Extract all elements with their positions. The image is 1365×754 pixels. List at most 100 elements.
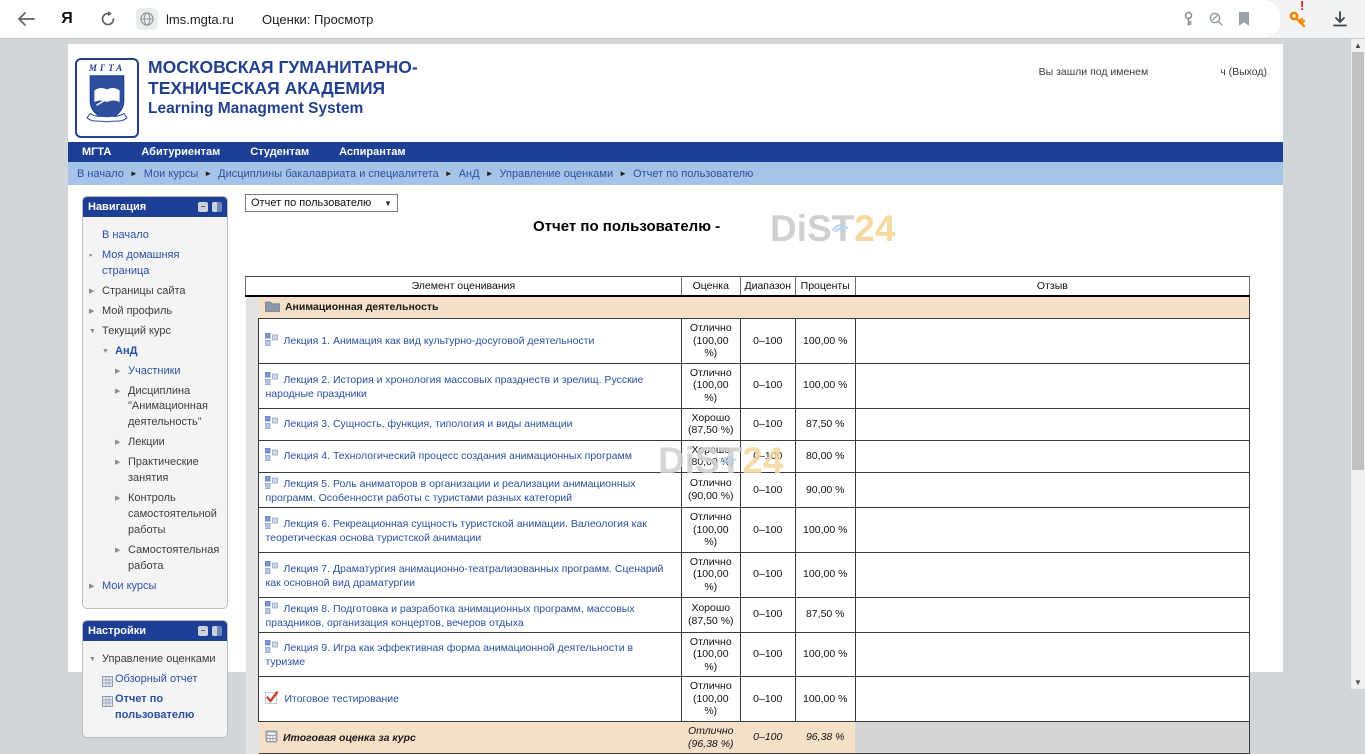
grade-item-cell: Лекция 6. Рекреационная сущность туристс… <box>259 507 681 552</box>
grade-item-link[interactable]: Лекция 4. Технологический процесс создан… <box>283 450 631 462</box>
feedback-cell <box>855 552 1249 597</box>
breadcrumb-separator-icon: ► <box>445 169 453 178</box>
sidebar-item[interactable]: ▪Моя домашняя страница <box>87 248 224 280</box>
sidebar-item[interactable]: ▶Самостоятельная работа <box>87 543 224 575</box>
mgta-crest-icon <box>86 73 128 129</box>
range-cell: 0–100 <box>740 319 795 364</box>
feedback-cell <box>855 677 1249 722</box>
indent-cell <box>246 677 259 722</box>
breadcrumb-link[interactable]: В начало <box>77 168 124 180</box>
indent-cell <box>246 472 259 507</box>
grade-item-link[interactable]: Лекция 5. Роль аниматоров в организации … <box>265 478 635 504</box>
collapse-block-icon[interactable]: − <box>198 626 208 636</box>
column-header: Диапазон <box>740 277 795 297</box>
grade-percent: (100,00 %) <box>688 648 734 673</box>
breadcrumb-link[interactable]: Управление оценками <box>500 168 614 180</box>
sidebar-item[interactable]: ▶Мой профиль <box>87 304 224 320</box>
collapsed-arrow-icon: ▶ <box>115 435 128 451</box>
yandex-button[interactable]: Я <box>54 0 80 38</box>
sidebar-item-label: Участники <box>128 364 224 380</box>
sidebar-item[interactable]: ▼Текущий курс <box>87 324 224 340</box>
range-cell: 0–100 <box>740 722 795 754</box>
scroll-down-icon[interactable]: ▼ <box>1351 676 1365 689</box>
grade-item-link[interactable]: Лекция 6. Рекреационная сущность туристс… <box>265 518 646 544</box>
grade-item-link[interactable]: Лекция 8. Подготовка и разработка анимац… <box>265 603 634 629</box>
grade-item-link[interactable]: Лекция 3. Сущность, функция, типология и… <box>283 418 572 430</box>
dock-block-icon[interactable] <box>212 202 222 212</box>
logout-link[interactable]: ч (Выход) <box>1220 66 1267 78</box>
percent-cell: 100,00 % <box>795 363 855 408</box>
navbar-item[interactable]: Абитуриентам <box>141 146 220 158</box>
sidebar-item[interactable]: ▶Страницы сайта <box>87 284 224 300</box>
column-header: Отзыв <box>855 277 1249 297</box>
lesson-icon <box>265 640 278 656</box>
sidebar-item[interactable]: Отчет по пользователю <box>87 692 224 724</box>
expanded-arrow-icon: ▼ <box>89 324 102 340</box>
grade-cell: Отлично(100,00 %) <box>681 507 740 552</box>
lesson-icon <box>265 333 278 349</box>
refresh-button[interactable] <box>94 0 122 38</box>
org-line2: ТЕХНИЧЕСКАЯ АКАДЕМИЯ <box>148 78 418 99</box>
lesson-icon <box>265 448 278 464</box>
navbar-item[interactable]: Аспирантам <box>339 146 405 158</box>
report-grid-icon <box>102 672 115 688</box>
navbar-item[interactable]: Студентам <box>250 146 309 158</box>
indent-cell <box>246 597 259 632</box>
sidebar-item[interactable]: ▶Контроль самостоятельной работы <box>87 491 224 539</box>
collapse-block-icon[interactable]: − <box>198 202 208 212</box>
sidebar-item[interactable]: ▶Лекции <box>87 435 224 451</box>
back-button[interactable] <box>12 0 40 38</box>
scrollbar-thumb[interactable] <box>1352 52 1364 470</box>
navbar-item[interactable]: МГТА <box>82 146 111 158</box>
address-url[interactable]: lms.mgta.ru <box>166 0 234 38</box>
grade-item-link[interactable]: Лекция 2. История и хронология массовых … <box>265 374 643 400</box>
bookmark-icon[interactable] <box>1232 0 1256 38</box>
sidebar-item[interactable]: В начало <box>87 228 224 244</box>
sidebar-item[interactable]: ▶Участники <box>87 364 224 380</box>
sidebar-item-label: Мой профиль <box>102 304 224 320</box>
grade-item-link[interactable]: Итоговое тестирование <box>284 693 399 705</box>
grade-percent: (100,00 %) <box>688 524 734 549</box>
grade-item-link[interactable]: Лекция 7. Драматургия анимационно-театра… <box>265 563 663 589</box>
indent-cell <box>246 632 259 677</box>
report-type-select[interactable]: Отчет по пользователю ▼ <box>245 194 398 212</box>
indent-cell <box>246 363 259 408</box>
sidebar-item[interactable]: ▼АнД <box>87 344 224 360</box>
indent-cell <box>246 296 259 319</box>
column-header: Оценка <box>681 277 740 297</box>
main-navbar: МГТА Абитуриентам Студентам Аспирантам <box>68 142 1283 162</box>
sidebar-item[interactable]: Обзорный отчет <box>87 672 224 688</box>
percent-cell: 100,00 % <box>795 677 855 722</box>
breadcrumb-link[interactable]: Отчет по пользователю <box>633 168 753 180</box>
protect-key-icon[interactable] <box>1176 0 1200 38</box>
range-cell: 0–100 <box>740 507 795 552</box>
login-prefix: Вы зашли под именем <box>1039 66 1149 78</box>
breadcrumb-link[interactable]: АнД <box>459 168 480 180</box>
total-item-name: Итоговая оценка за курс <box>283 732 416 744</box>
indent-cell <box>246 440 259 472</box>
breadcrumb-separator-icon: ► <box>486 169 494 178</box>
grade-row: Лекция 1. Анимация как вид культурно-дос… <box>246 319 1250 364</box>
sidebar-item-label: Практические занятия <box>128 455 224 487</box>
grade-item-cell: Итоговое тестирование <box>259 677 681 722</box>
breadcrumb-link[interactable]: Мои курсы <box>144 168 198 180</box>
breadcrumb-separator-icon: ► <box>619 169 627 178</box>
collapsed-arrow-icon: ▶ <box>115 491 128 539</box>
navigation-block-header: Навигация − <box>83 197 227 217</box>
sidebar-item[interactable]: ▶Дисциплина "Анимационная деятельность" <box>87 384 224 432</box>
grade-item-link[interactable]: Лекция 9. Игра как эффективная форма ани… <box>265 642 633 668</box>
dock-block-icon[interactable] <box>212 626 222 636</box>
scroll-up-icon[interactable]: ▲ <box>1351 39 1365 52</box>
sidebar-item-label: Обзорный отчет <box>115 672 224 688</box>
download-icon[interactable] <box>1326 0 1354 38</box>
calc-icon <box>265 730 278 746</box>
indent-cell <box>246 552 259 597</box>
breadcrumb-link[interactable]: Дисциплины бакалавриата и специалитета <box>218 168 439 180</box>
password-alert-icon[interactable]: ! <box>1284 0 1312 38</box>
grade-item-link[interactable]: Лекция 1. Анимация как вид культурно-дос… <box>283 335 594 347</box>
sidebar-item-label: Самостоятельная работа <box>128 543 224 575</box>
sidebar-item[interactable]: ▶Мои курсы <box>87 579 224 595</box>
sidebar-item[interactable]: ▶Практические занятия <box>87 455 224 487</box>
search-page-icon[interactable] <box>1204 0 1228 38</box>
sidebar-item[interactable]: ▼Управление оценками <box>87 652 224 668</box>
